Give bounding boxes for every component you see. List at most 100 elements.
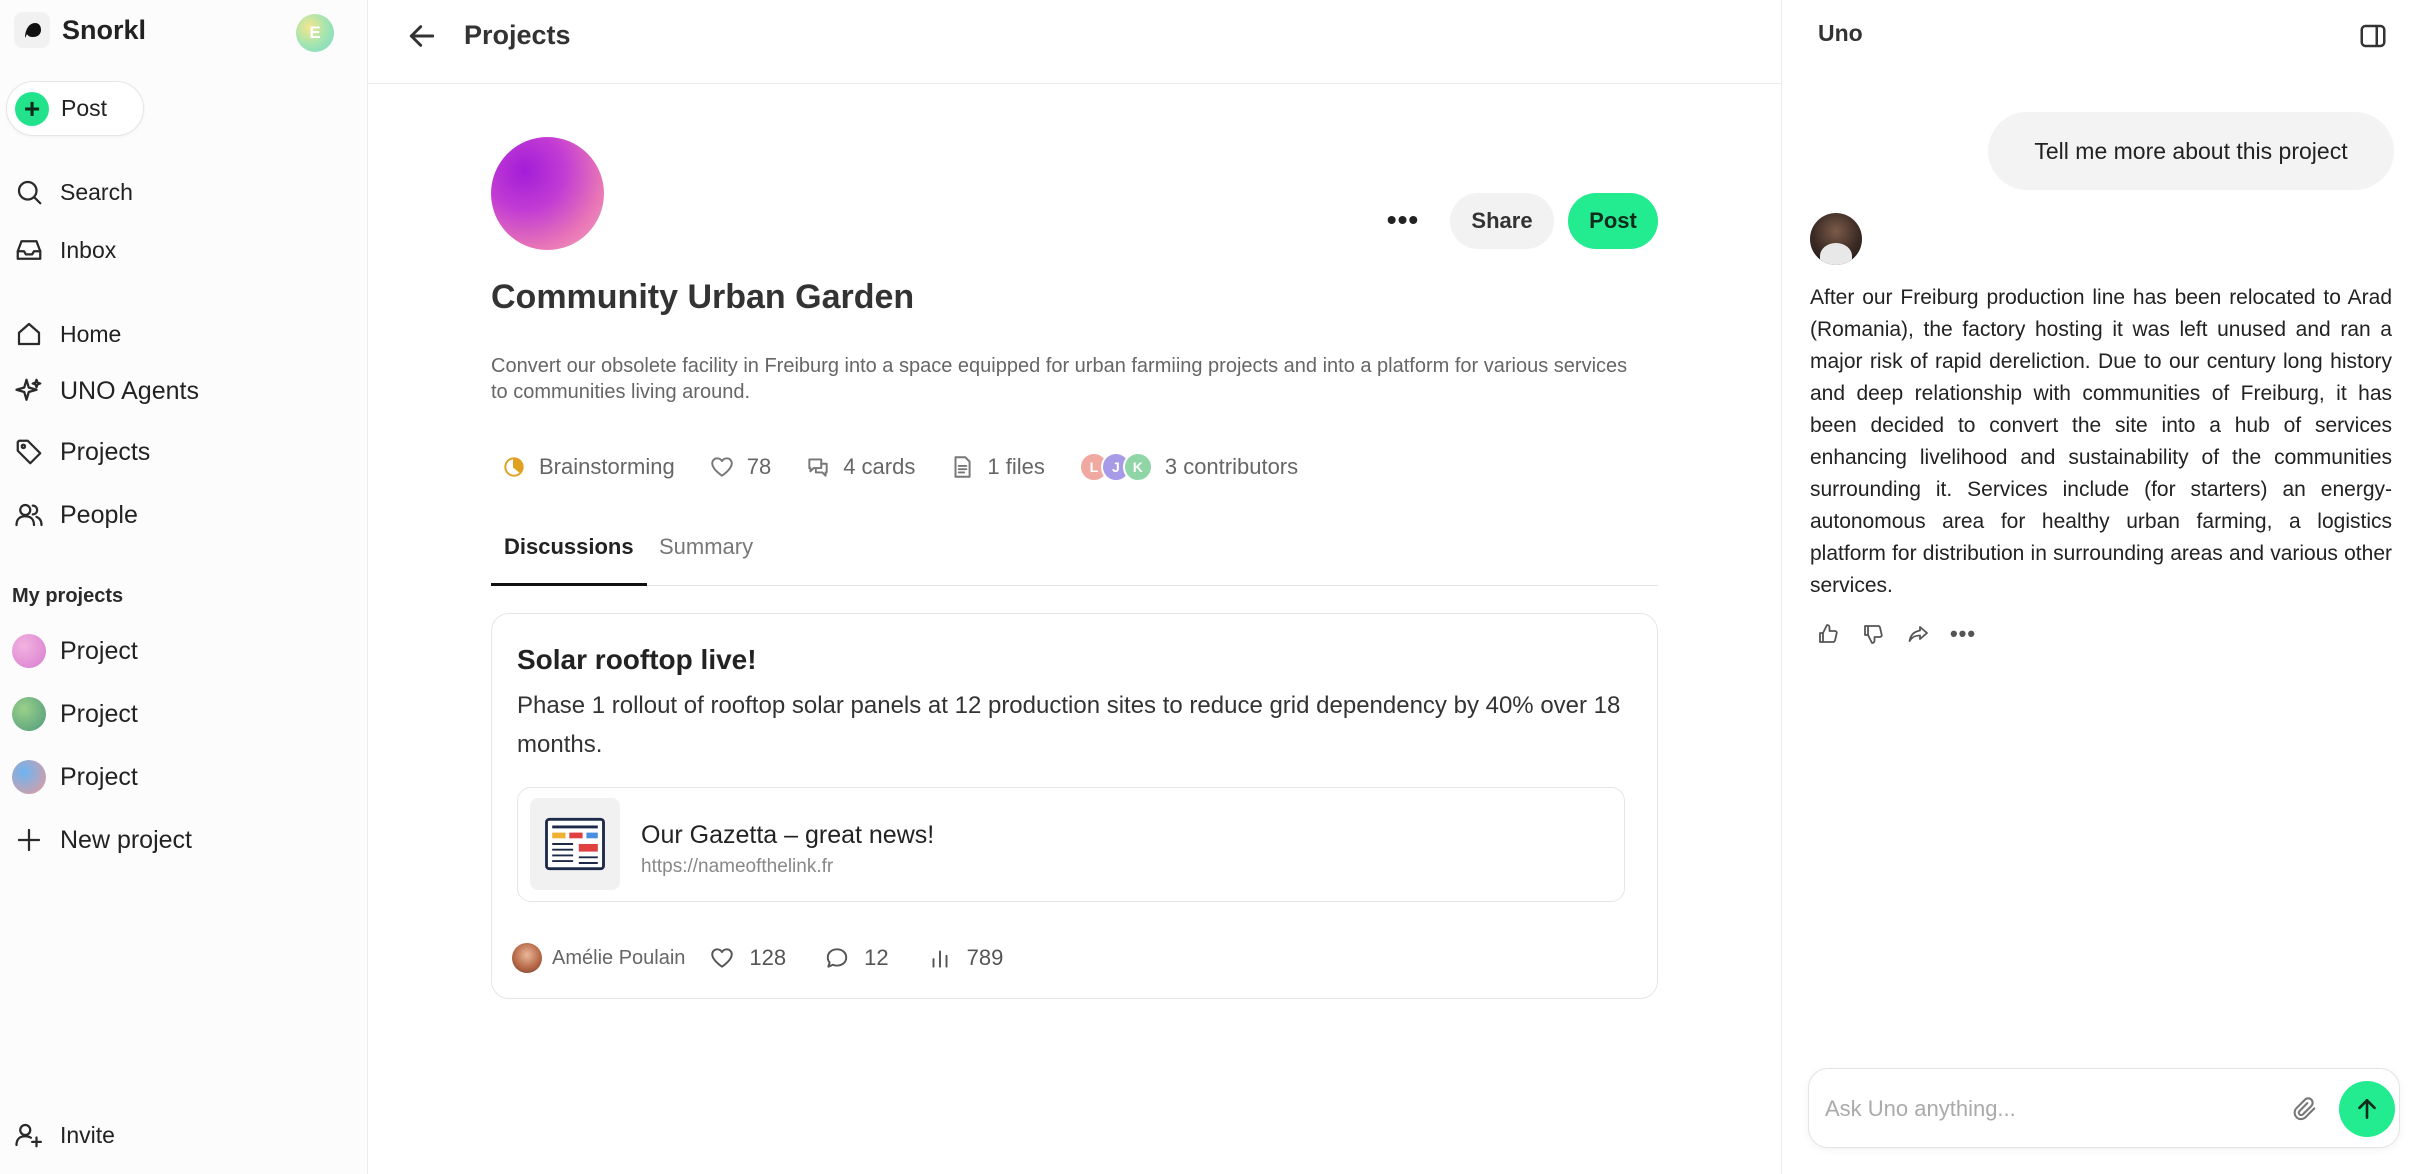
project-avatar	[491, 137, 604, 250]
link-preview[interactable]: Our Gazetta – great news! https://nameof…	[517, 787, 1625, 902]
project-tabs: Discussions Summary	[491, 526, 1658, 586]
thumbs-up-icon	[1819, 624, 1838, 643]
tag-icon	[12, 435, 46, 469]
post-footer: Amélie Poulain 128 12 789	[512, 941, 1041, 975]
new-project-button[interactable]: New project	[12, 819, 192, 861]
plus-icon: +	[15, 91, 49, 126]
author-name[interactable]: Amélie Poulain	[552, 947, 685, 970]
thumbs-down-button[interactable]	[1857, 618, 1889, 650]
files-count: 1 files	[987, 454, 1045, 479]
discussion-card[interactable]: Solar rooftop live! Phase 1 rollout of r…	[491, 613, 1658, 999]
likes-count: 78	[746, 454, 772, 479]
post-views: 789	[927, 945, 1004, 971]
back-button[interactable]	[402, 16, 442, 56]
contributors-stat[interactable]: L J K 3 contributors	[1078, 452, 1298, 482]
cards-count: 4 cards	[843, 454, 916, 479]
sidebar-item-label: Projects	[60, 437, 151, 466]
send-button[interactable]	[2339, 1081, 2395, 1137]
sidebar-toggle-button[interactable]	[2353, 16, 2393, 56]
post-body: Phase 1 rollout of rooftop solar panels …	[517, 692, 1621, 758]
sidebar-item-label: Inbox	[60, 236, 117, 263]
tab-discussions[interactable]: Discussions	[491, 534, 647, 586]
more-options-button[interactable]: •••	[1383, 200, 1423, 240]
share-button[interactable]: Share	[1450, 193, 1554, 249]
assistant-message: After our Freiburg production line has b…	[1810, 286, 2392, 597]
snorkl-logo-icon	[14, 12, 50, 48]
plus-icon	[12, 823, 46, 857]
invite-label: Invite	[60, 1121, 115, 1148]
uno-panel: Uno Tell me more about this project Afte…	[1781, 0, 2414, 1174]
brand[interactable]: Snorkl	[14, 10, 146, 50]
arrow-left-icon	[409, 25, 435, 47]
add-user-icon	[12, 1118, 46, 1152]
user-avatar[interactable]: E	[296, 14, 334, 52]
thumbs-up-button[interactable]	[1812, 618, 1844, 650]
comment-icon	[826, 948, 848, 968]
inbox-icon	[12, 233, 46, 267]
chat-input-box	[1808, 1068, 2400, 1148]
chat-input[interactable]	[1825, 1089, 2255, 1129]
comments-count: 12	[864, 945, 889, 970]
likes-stat[interactable]: 78	[709, 454, 771, 480]
sidebar-item-label: Project	[60, 762, 138, 791]
assistant-avatar	[1810, 213, 1862, 265]
sidebar-item-label: Search	[60, 178, 133, 205]
attach-button[interactable]	[2287, 1091, 2323, 1127]
user-message: Tell me more about this project	[1988, 112, 2394, 190]
sidebar-item-label: Home	[60, 320, 122, 347]
cards-stat[interactable]: 4 cards	[805, 454, 915, 480]
main-content: Projects ••• Share Post Community Urban …	[368, 0, 1781, 1174]
sidebar-item-home[interactable]: Home	[12, 313, 121, 355]
more-options-button[interactable]: •••	[1947, 618, 1979, 650]
sidebar-item-label: Project	[60, 636, 138, 665]
sidebar-project-item[interactable]: Project	[12, 756, 138, 798]
newspaper-icon	[530, 798, 620, 890]
thumbs-down-icon	[1864, 625, 1883, 644]
share-message-button[interactable]	[1902, 618, 1934, 650]
arrow-up-icon	[2358, 1099, 2376, 1119]
contributor-avatars: L J K	[1078, 452, 1153, 482]
search-icon	[12, 175, 46, 209]
home-icon	[12, 317, 46, 351]
sidebar-project-item[interactable]: Project	[12, 693, 138, 735]
files-stat[interactable]: 1 files	[949, 454, 1045, 480]
chat-cards-icon	[808, 458, 828, 477]
sidebar: Snorkl E + Post Search Inbox Home UNO Ag…	[0, 0, 368, 1174]
paperclip-icon	[2293, 1097, 2316, 1121]
people-icon	[12, 498, 46, 532]
sidebar-item-search[interactable]: Search	[12, 171, 133, 213]
new-post-label: Post	[61, 95, 108, 121]
sidebar-item-inbox[interactable]: Inbox	[12, 229, 116, 271]
post-likes[interactable]: 128	[709, 945, 786, 971]
project-description: Convert our obsolete facility in Freibur…	[491, 355, 1628, 403]
bar-chart-icon	[932, 950, 948, 968]
new-post-button[interactable]: + Post	[6, 81, 144, 136]
heart-icon	[711, 948, 734, 968]
author-avatar[interactable]	[512, 943, 542, 973]
sidebar-item-label: UNO Agents	[60, 376, 199, 405]
post-button[interactable]: Post	[1568, 193, 1658, 249]
stage-label: Brainstorming	[539, 454, 675, 479]
tab-summary[interactable]: Summary	[659, 534, 753, 586]
sidebar-item-people[interactable]: People	[12, 494, 138, 536]
project-avatar	[12, 634, 46, 668]
likes-count: 128	[749, 945, 787, 970]
contributor-avatar: K	[1122, 452, 1153, 482]
sidebar-item-projects[interactable]: Projects	[12, 431, 150, 473]
progress-icon	[504, 457, 524, 477]
views-count: 789	[966, 945, 1004, 970]
sidebar-project-item[interactable]: Project	[12, 630, 138, 672]
new-project-label: New project	[60, 825, 192, 854]
stage-badge[interactable]: Brainstorming	[501, 454, 675, 480]
post-comments[interactable]: 12	[824, 945, 889, 971]
panel-toggle-icon	[2360, 24, 2386, 48]
panel-title: Uno	[1818, 20, 1863, 46]
project-avatar	[12, 697, 46, 731]
invite-button[interactable]: Invite	[12, 1114, 115, 1156]
project-title: Community Urban Garden	[491, 278, 915, 316]
sidebar-item-uno-agents[interactable]: UNO Agents	[12, 370, 199, 412]
sidebar-item-label: People	[60, 500, 138, 529]
file-icon	[954, 456, 971, 478]
heart-icon	[710, 457, 733, 477]
sidebar-item-label: Project	[60, 699, 138, 728]
